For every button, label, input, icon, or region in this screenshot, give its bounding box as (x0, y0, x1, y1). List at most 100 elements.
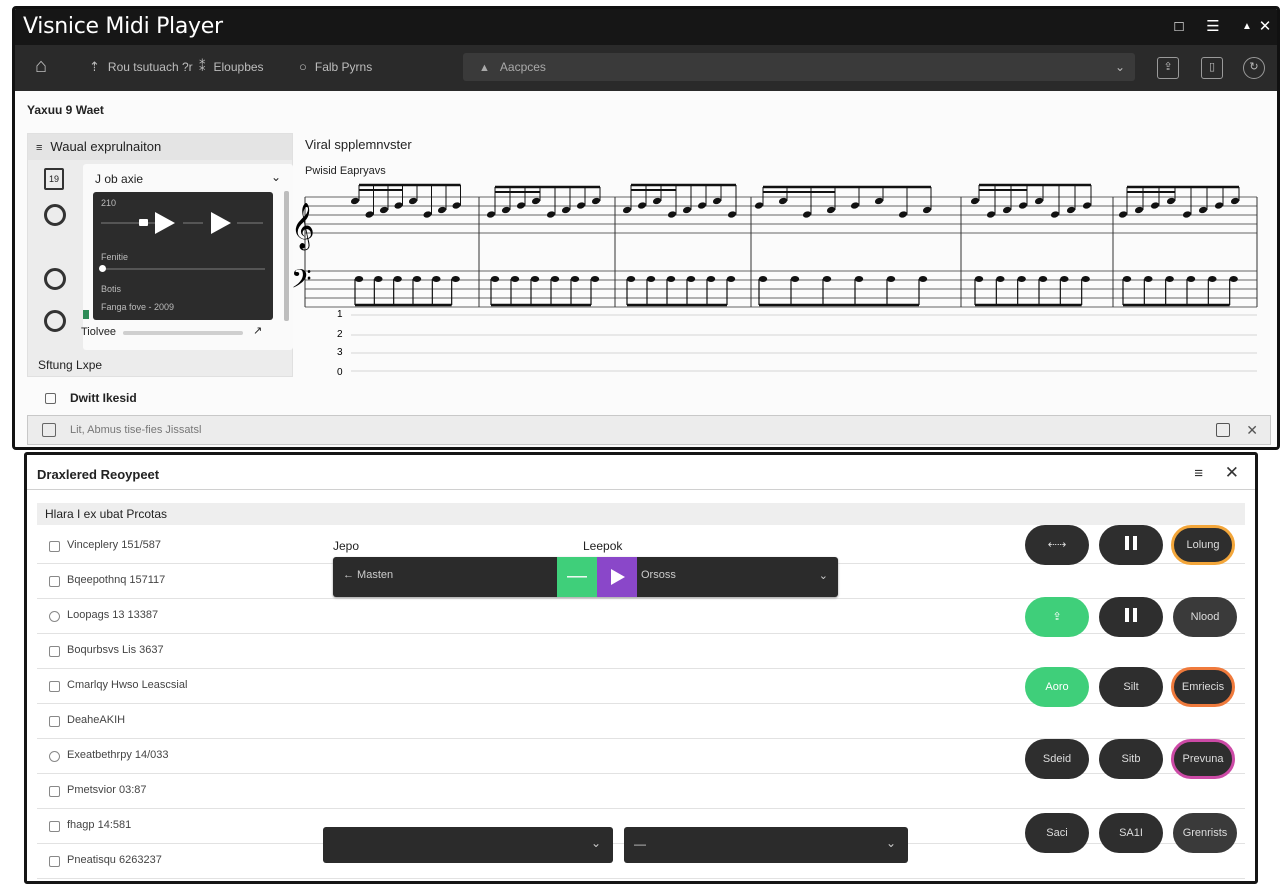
document-title: Yaxuu 9 Waet (27, 103, 104, 117)
seek-track[interactable] (101, 222, 161, 224)
loading-button[interactable]: Lolung (1171, 525, 1235, 565)
radio-icon[interactable] (44, 268, 66, 290)
checkbox-icon[interactable] (49, 856, 60, 867)
checkbox-icon[interactable] (49, 576, 60, 587)
pause-button[interactable] (1099, 525, 1163, 565)
presets-button[interactable]: Grenrists (1173, 813, 1237, 853)
window-close-icon[interactable]: ✕ (1255, 17, 1275, 37)
sidebar-panel: ≡ Waual exprulnaiton 19 J ob axie ⌄ 210 F… (27, 133, 293, 377)
auto-button[interactable]: Aoro (1025, 667, 1089, 707)
main-window: Visnice Midi Player □ ☰ ▲ ✕ ⌂ ⇡ Rou tsutu… (12, 6, 1280, 450)
sidebar-header-label: Waual exprulnaiton (50, 139, 162, 154)
window-menu-icon[interactable]: ☰ (1203, 17, 1223, 37)
dropdown-primary[interactable]: ⌄ (323, 827, 613, 863)
toolbar-item-patterns-label: Falb Pyrns (314, 60, 373, 74)
expand-icon[interactable]: ↗ (253, 324, 262, 337)
panel-icon[interactable]: ▯ (1201, 57, 1223, 79)
progress-handle[interactable] (99, 265, 106, 272)
card-label: J ob axie (95, 172, 144, 186)
seek-track-end (237, 222, 263, 224)
menu-icon: ≡ (36, 142, 43, 154)
play-icon[interactable] (155, 212, 175, 234)
list-item[interactable]: Pmetsvior 03:87 (37, 774, 1245, 809)
note-head (576, 202, 586, 209)
scrollbar[interactable] (284, 191, 289, 321)
chevron-down-icon[interactable]: ⌄ (271, 170, 281, 184)
checkbox-icon[interactable] (49, 541, 60, 552)
play-button[interactable] (597, 557, 637, 597)
checkbox-icon[interactable] (49, 681, 60, 692)
mode-select[interactable]: Orsoss (641, 569, 676, 581)
radio-icon[interactable] (44, 310, 66, 332)
note-head (1018, 202, 1028, 209)
chevron-down-icon[interactable]: ⌄ (819, 569, 828, 582)
toolbar-item-elements[interactable]: ⁑ Eloupbes (199, 59, 264, 75)
note-head (1182, 211, 1192, 218)
seek-handle[interactable] (139, 219, 148, 226)
preview-button[interactable]: Prevuna (1171, 739, 1235, 779)
content-area: Yaxuu 9 Waet ≡ Waual exprulnaiton 19 J ob… (15, 91, 1277, 447)
list-item-label: Bqeepothnq 157117 (67, 574, 166, 586)
treble-clef-icon: 𝄞 (291, 203, 315, 251)
status-text: Lit, Abmus tise-fies Jissatsl (70, 424, 202, 436)
silt-button[interactable]: Silt (1099, 667, 1163, 707)
title-bar: Visnice Midi Player □ ☰ ▲ ✕ (15, 9, 1277, 45)
note-head (1208, 276, 1217, 282)
toolbar-item-elements-label: Eloupbes (213, 60, 264, 74)
progress-track[interactable] (101, 268, 265, 270)
list-item[interactable]: Boqurbsvs Lis 3637 (37, 634, 1245, 669)
dialog-menu-icon[interactable]: ≡ (1194, 465, 1203, 482)
toolbar-item-route[interactable]: ⇡ Rou tsutuach ?r (89, 59, 193, 75)
mood-button[interactable]: Nlood (1173, 597, 1237, 637)
stop-button[interactable]: — (557, 557, 597, 597)
chevron-down-icon[interactable]: ⌄ (1115, 53, 1125, 81)
sidebar-footer: Sftung Lxpe (38, 358, 103, 372)
calendar-icon[interactable]: 19 (44, 168, 64, 190)
dialog-window: Draxlered Reoypeet ≡ ✕ Hlara I ex ubat P… (24, 452, 1258, 884)
note-head (922, 206, 932, 214)
dialog-close-icon[interactable]: ✕ (1225, 463, 1239, 483)
loop-label: Leepok (583, 539, 623, 553)
close-icon[interactable]: ✕ (1246, 416, 1258, 444)
sitb-button[interactable]: Sitb (1099, 739, 1163, 779)
back-button[interactable]: ← Masten (343, 569, 393, 581)
note-head (1038, 276, 1048, 282)
play-next-icon[interactable] (211, 212, 231, 234)
pause-button[interactable] (1099, 597, 1163, 637)
checkbox-icon[interactable] (49, 716, 60, 727)
note-head (531, 197, 541, 205)
note-head (697, 202, 707, 209)
volume-slider[interactable] (123, 331, 243, 335)
note-head (667, 211, 677, 218)
swap-button[interactable]: ⇠⇢ (1025, 525, 1089, 565)
refresh-icon[interactable]: ↻ (1243, 57, 1265, 79)
checkbox-icon[interactable] (45, 393, 56, 404)
radio-icon[interactable] (49, 611, 60, 622)
line-number: 1 (337, 309, 343, 320)
note-head (790, 276, 800, 282)
sa1i-button[interactable]: SA1I (1099, 813, 1163, 853)
exercise-button[interactable]: Emriecis (1171, 667, 1235, 707)
export-icon[interactable]: ⇪ (1157, 57, 1179, 79)
checkbox-icon[interactable] (49, 646, 60, 657)
dropdown-secondary[interactable]: — ⌄ (624, 827, 908, 863)
radio-icon[interactable] (49, 751, 60, 762)
window-minimize-icon[interactable]: ▲ (1237, 17, 1257, 37)
saci-button[interactable]: Saci (1025, 813, 1089, 853)
note-head (408, 197, 418, 205)
upload-button[interactable]: ⇪ (1025, 597, 1089, 637)
toolbar-item-patterns[interactable]: ○ Falb Pyrns (299, 59, 372, 74)
toolbar-item-route-label: Rou tsutuach ?r (107, 60, 193, 74)
checkbox-icon[interactable] (49, 786, 60, 797)
list-item[interactable]: DeaheAKIH (37, 704, 1245, 739)
chevron-down-icon: ⌄ (590, 836, 601, 850)
home-icon[interactable]: ⌂ (35, 55, 47, 78)
radio-icon[interactable] (44, 204, 66, 226)
select-button[interactable]: Sdeid (1025, 739, 1089, 779)
maximize-icon[interactable] (1216, 423, 1230, 437)
window-restore-icon[interactable]: □ (1169, 17, 1189, 37)
note-head (1082, 202, 1092, 209)
address-bar[interactable]: ▲ Aacpces ⌄ (463, 53, 1135, 81)
checkbox-icon[interactable] (49, 821, 60, 832)
checkbox-row[interactable]: Dwitt Ikesid (45, 391, 137, 405)
